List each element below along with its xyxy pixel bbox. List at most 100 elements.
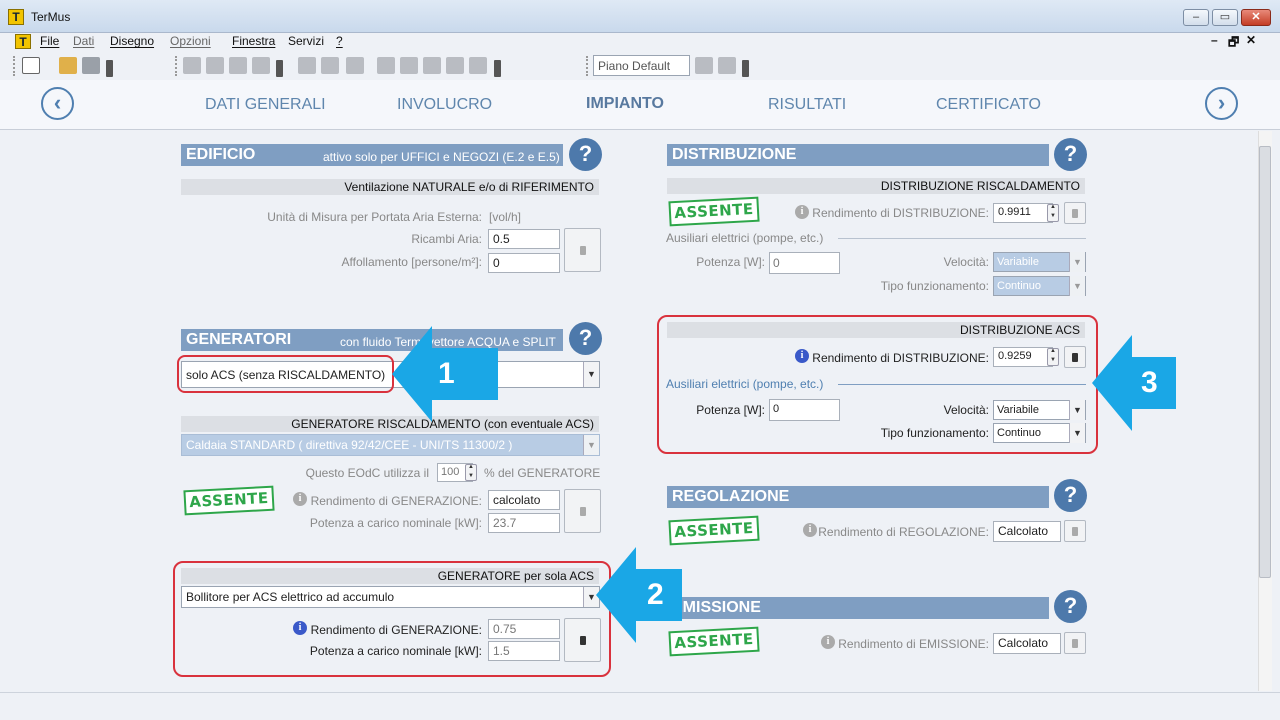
gen-risc-rend-label: Rendimento di GENERAZIONE:: [310, 494, 482, 508]
dist-acs-power-input[interactable]: 0: [769, 399, 840, 421]
chevron-down-icon[interactable]: ▼: [583, 435, 599, 455]
plan-combo[interactable]: Piano Default: [593, 55, 690, 76]
distribuzione-header: DISTRIBUZIONE: [667, 144, 1049, 166]
chevron-down-icon[interactable]: ▼: [1069, 400, 1085, 420]
gen-risc-power-input[interactable]: 23.7: [488, 513, 560, 533]
toolbar-dropdown-icon[interactable]: [276, 60, 283, 77]
mdi-restore-button[interactable]: 🗗: [1228, 33, 1239, 54]
tool-icon[interactable]: [206, 57, 224, 74]
tool-icon[interactable]: [252, 57, 270, 74]
menu-opzioni[interactable]: Opzioni: [170, 34, 211, 48]
new-document-icon[interactable]: [22, 57, 40, 74]
gen-acs-type-select[interactable]: Bollitore per ACS elettrico ad accumulo: [181, 586, 600, 608]
gen-acs-subheader: GENERATORE per sola ACS: [181, 568, 599, 584]
gen-acs-power-input[interactable]: 1.5: [488, 641, 560, 661]
prev-section-button[interactable]: ‹: [41, 87, 74, 120]
dist-risc-delete-icon[interactable]: [1064, 202, 1086, 224]
callout-3-label: 3: [1141, 366, 1158, 399]
emissione-rend-input[interactable]: Calcolato: [993, 633, 1061, 654]
gen-acs-rend-input[interactable]: 0.75: [488, 619, 560, 639]
next-section-button[interactable]: ›: [1205, 87, 1238, 120]
toolbar-grip[interactable]: [175, 56, 178, 76]
mdi-minimize-button[interactable]: –: [1211, 33, 1218, 47]
tab-involucro[interactable]: INVOLUCRO: [397, 96, 492, 114]
tab-risultati[interactable]: RISULTATI: [768, 96, 846, 114]
portata-label: Unità di Misura per Portata Aria Esterna…: [267, 210, 482, 224]
gen-risc-absent-stamp: ASSENTE: [183, 485, 275, 516]
edificio-delete-icon[interactable]: [564, 228, 601, 272]
generatori-help-icon[interactable]: ?: [569, 322, 602, 355]
tool-icon[interactable]: [377, 57, 395, 74]
menu-disegno[interactable]: Disegno: [110, 34, 154, 48]
emissione-delete-icon[interactable]: [1064, 632, 1086, 654]
thermometer-icon[interactable]: [469, 57, 487, 74]
layers-icon[interactable]: [718, 57, 736, 74]
divider: [838, 238, 1086, 239]
chevron-down-icon[interactable]: ▼: [1069, 276, 1085, 296]
print-icon[interactable]: [82, 57, 100, 74]
edificio-header: EDIFICIO attivo solo per UFFICI e NEGOZI…: [181, 144, 563, 166]
kv-icon[interactable]: [346, 57, 364, 74]
scrollbar-thumb[interactable]: [1259, 146, 1271, 578]
tab-certificato[interactable]: CERTIFICATO: [936, 96, 1041, 114]
dist-risc-power-input[interactable]: 0: [769, 252, 840, 274]
info-icon[interactable]: i: [293, 492, 307, 506]
menu-dati[interactable]: Dati: [73, 34, 94, 48]
regolazione-rend-input[interactable]: Calcolato: [993, 521, 1061, 542]
gen-risc-type-select[interactable]: Caldaia STANDARD ( direttiva 92/42/CEE -…: [181, 434, 600, 456]
usage-stepper[interactable]: [465, 464, 477, 481]
open-folder-icon[interactable]: [59, 57, 77, 74]
tool-icon[interactable]: [446, 57, 464, 74]
menu-help[interactable]: ?: [336, 34, 343, 48]
dist-risc-rend-input[interactable]: 0.9911: [993, 203, 1053, 223]
regolazione-absent-stamp: ASSENTE: [668, 515, 760, 546]
maximize-button[interactable]: ▭: [1212, 9, 1238, 26]
info-icon[interactable]: i: [821, 635, 835, 649]
tool-icon[interactable]: [321, 57, 339, 74]
distribuzione-help-icon[interactable]: ?: [1054, 138, 1087, 171]
dist-risc-speed-label: Velocità:: [943, 255, 989, 269]
menu-servizi[interactable]: Servizi: [288, 34, 324, 48]
mdi-close-button[interactable]: ✕: [1246, 33, 1256, 47]
tool-icon[interactable]: [183, 57, 201, 74]
dist-risc-rend-stepper[interactable]: [1047, 204, 1059, 222]
tool-icon[interactable]: [400, 57, 418, 74]
dist-acs-rend-input[interactable]: 0.9259: [993, 347, 1053, 367]
toolbar-grip[interactable]: [13, 56, 16, 76]
info-icon[interactable]: i: [803, 523, 817, 537]
chevron-down-icon[interactable]: ▼: [1069, 423, 1085, 443]
edificio-help-icon[interactable]: ?: [569, 138, 602, 171]
tool-icon[interactable]: [423, 57, 441, 74]
ricambi-input[interactable]: 0.5: [488, 229, 560, 249]
info-icon[interactable]: i: [795, 205, 809, 219]
gen-risc-rend-input[interactable]: calcolato: [488, 490, 560, 510]
emissione-help-icon[interactable]: ?: [1054, 590, 1087, 623]
emissione-rend-label: Rendimento di EMISSIONE:: [838, 637, 989, 651]
regolazione-help-icon[interactable]: ?: [1054, 479, 1087, 512]
layers-icon[interactable]: [695, 57, 713, 74]
toolbar-dropdown-icon[interactable]: [494, 60, 501, 77]
info-icon[interactable]: i: [795, 349, 809, 363]
gen-risc-power-label: Potenza a carico nominale [kW]:: [309, 516, 482, 530]
tab-dati-generali[interactable]: DATI GENERALI: [205, 96, 326, 114]
affollamento-input[interactable]: 0: [488, 253, 560, 273]
toolbar-dropdown-icon[interactable]: [106, 60, 113, 77]
dist-acs-rend-stepper[interactable]: [1047, 348, 1059, 366]
menu-file[interactable]: File: [40, 34, 59, 48]
menu-finestra[interactable]: Finestra: [232, 34, 275, 48]
close-button[interactable]: ✕: [1241, 9, 1271, 26]
toolbar-grip[interactable]: [586, 56, 589, 76]
chevron-down-icon[interactable]: ▼: [583, 362, 599, 387]
tab-impianto[interactable]: IMPIANTO: [586, 95, 664, 113]
3d-icon[interactable]: [229, 57, 247, 74]
gen-risc-delete-icon[interactable]: [564, 489, 601, 533]
tool-icon[interactable]: [298, 57, 316, 74]
chevron-down-icon[interactable]: ▼: [1069, 252, 1085, 272]
callout-arrow-2-icon: [596, 547, 682, 643]
dist-acs-delete-icon[interactable]: [1064, 346, 1086, 368]
toolbar-dropdown-icon[interactable]: [742, 60, 749, 77]
minimize-button[interactable]: –: [1183, 9, 1209, 26]
edificio-title: EDIFICIO: [186, 146, 256, 163]
info-icon[interactable]: i: [293, 621, 307, 635]
regolazione-delete-icon[interactable]: [1064, 520, 1086, 542]
